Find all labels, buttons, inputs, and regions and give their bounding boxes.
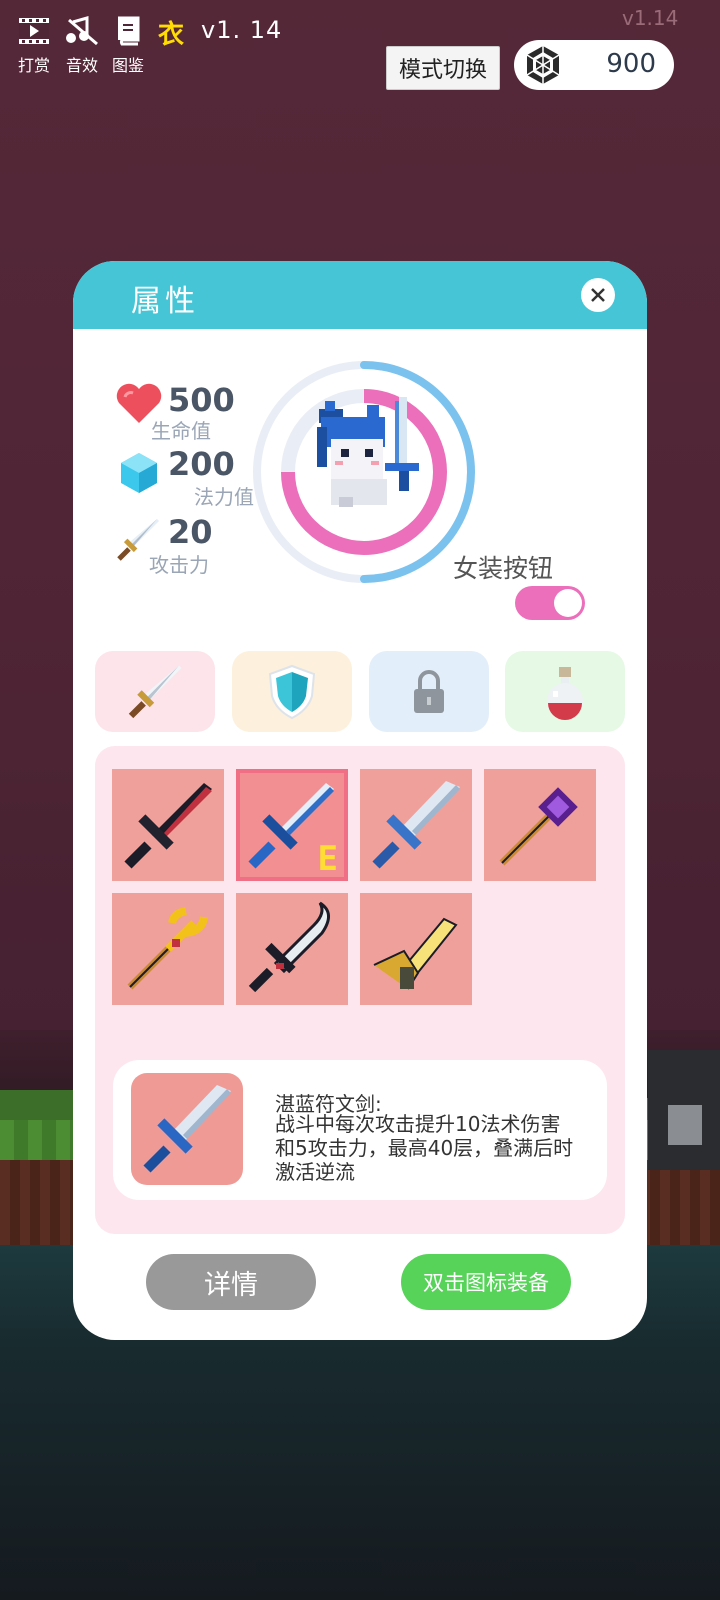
sound-label: 音效 [65,56,98,75]
tab-armor[interactable] [232,651,352,732]
equip-button[interactable]: 双击图标装备 [401,1254,571,1310]
gem-counter: 900 [514,40,674,90]
book-icon [106,14,150,48]
codex-label: 图鉴 [111,56,144,75]
hp-value: 500 [168,381,235,419]
golden-staff-icon [127,907,208,990]
reward-button[interactable]: 打赏 [12,14,56,76]
dark-sword-icon [124,783,212,869]
item-description-card: 湛蓝符文剑: 战斗中每次攻击提升10法术伤害和5攻击力，最高40层，叠满后时激活… [113,1060,607,1200]
gem-count: 900 [606,49,656,79]
inventory-slot-golden-blade[interactable] [360,893,472,1005]
mp-value: 200 [168,445,235,483]
equipped-mark: E [317,839,338,879]
reward-label: 打赏 [17,56,50,75]
inventory-slot-silver-scimitar[interactable] [236,893,348,1005]
atk-label: 攻击力 [149,553,209,577]
tab-locked[interactable] [369,651,489,732]
mode-switch-button[interactable]: 模式切换 [386,46,500,90]
crystal-icon [121,453,157,493]
inventory-slot-purple-staff[interactable] [484,769,596,881]
close-button[interactable] [581,278,615,312]
purple-staff-icon [499,787,578,866]
gem-icon [522,44,564,86]
atk-value: 20 [168,513,213,551]
female-outfit-label: 女装按钮 [453,554,554,583]
panel-header: 属性 [73,261,647,329]
selected-item-icon [131,1073,243,1185]
inventory-slot-azure-rune-sword[interactable]: E [236,769,348,881]
tab-potions[interactable] [505,651,625,732]
sword-icon [128,665,182,718]
azure-rune-sword-icon [143,1085,231,1173]
inventory-area: E 湛蓝符文剑: 战斗中每次攻击提升10法术伤害和5攻击力，最高40层，叠满后时… [95,746,625,1234]
potion-icon [547,666,583,720]
close-icon [591,288,605,302]
selected-item-description: 战斗中每次攻击提升10法术伤害和5攻击力，最高40层，叠满后时激活逆流 [275,1112,574,1184]
character-sprite [317,397,419,507]
detail-button[interactable]: 详情 [146,1254,316,1310]
music-off-icon [60,14,104,48]
background-house [648,1050,720,1170]
scimitar-icon [248,901,330,993]
mp-label: 法力值 [194,485,254,509]
outfit-letter: 衣 [158,20,185,50]
film-icon [12,14,56,48]
stat-atk: 20 攻击力 [115,513,213,577]
character-avatar [249,357,479,587]
sound-button[interactable]: 音效 [60,14,104,76]
version-label: v1. 14 [201,16,283,44]
inventory-slot-ice-sword[interactable] [360,769,472,881]
hp-label: 生命值 [151,419,211,443]
panel-title: 属性 [131,284,199,319]
attributes-panel: 属性 500 生命值 200 法力值 20 攻击力 女装按钮 E 湛蓝符文剑: … [73,261,647,1340]
female-outfit-toggle[interactable] [515,586,585,620]
inventory-slot-dark-sword[interactable] [112,769,224,881]
lock-icon [414,669,444,713]
codex-button[interactable]: 图鉴 [106,14,150,76]
tab-weapons[interactable] [95,651,215,732]
golden-blade-icon [373,917,458,990]
stat-hp: 500 生命值 [115,381,235,443]
corner-version: v1.14 [622,6,679,30]
shield-icon [268,664,316,719]
ice-sword-icon [372,781,460,869]
inventory-slot-golden-trident[interactable] [112,893,224,1005]
stat-mp: 200 法力值 [117,445,254,509]
toggle-knob [554,589,582,617]
